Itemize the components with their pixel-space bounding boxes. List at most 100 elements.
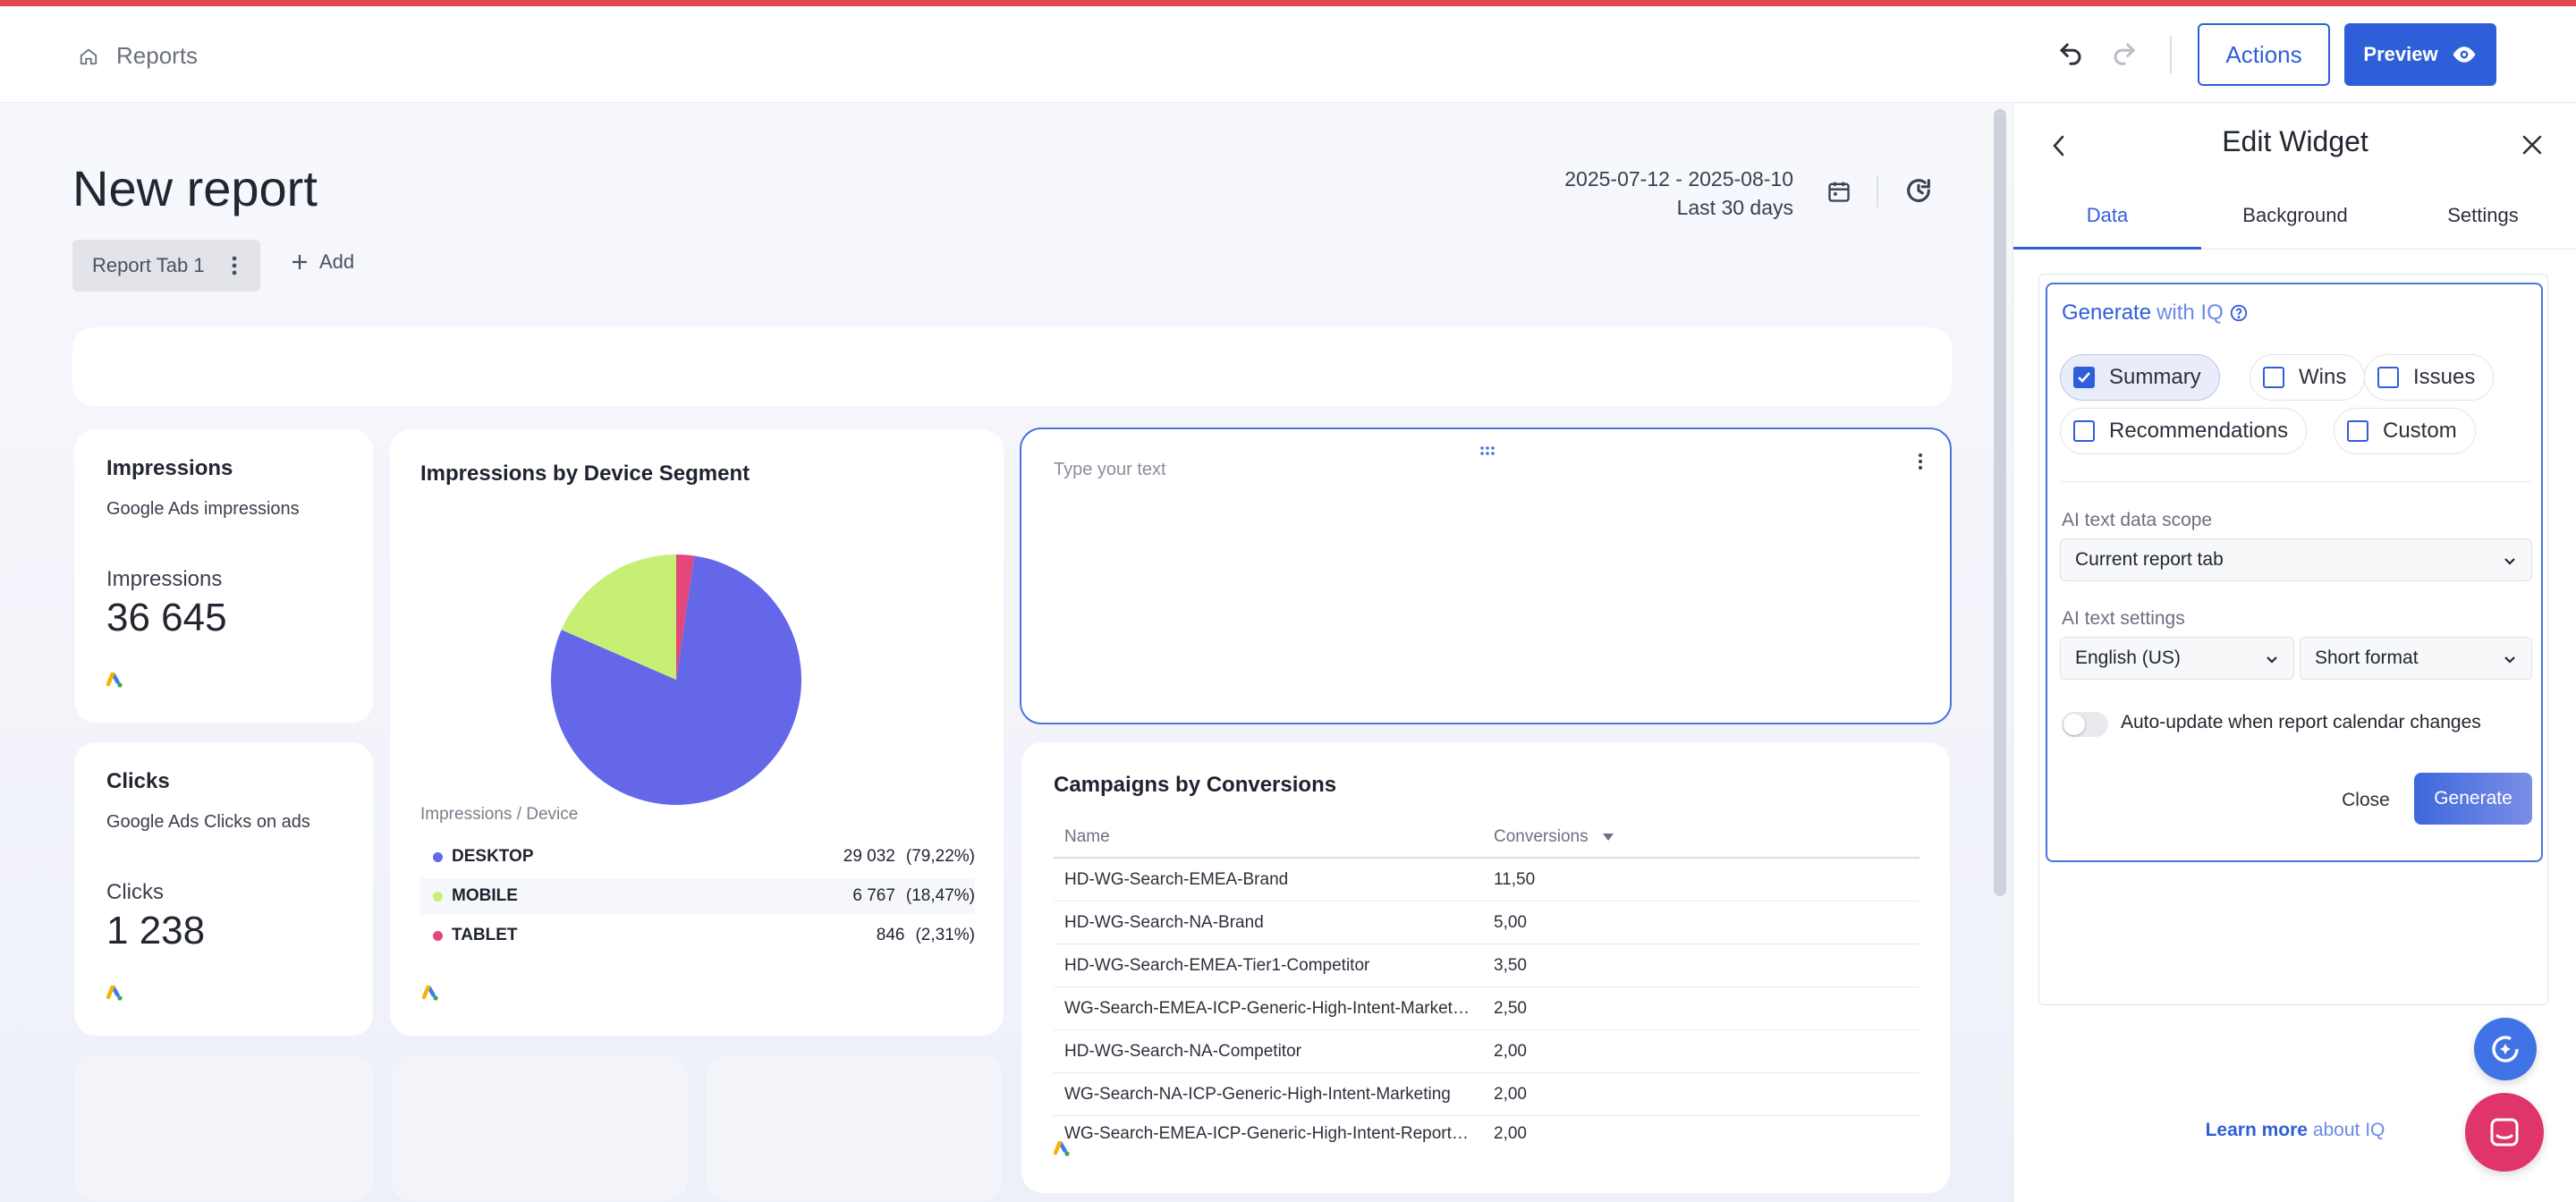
scope-select[interactable]: Current report tab [2060, 538, 2532, 581]
pie-chart [551, 554, 801, 805]
impressions-widget[interactable]: Impressions Google Ads impressions Impre… [74, 429, 373, 723]
date-range[interactable]: 2025-07-12 - 2025-08-10 Last 30 days [1564, 165, 1793, 222]
checkbox[interactable] [2347, 420, 2368, 442]
panel-title: Edit Widget [2222, 125, 2368, 157]
campaign-name: HD-WG-Search-EMEA-Brand [1064, 869, 1289, 889]
column-conversions-header[interactable]: Conversions [1483, 827, 1919, 847]
option-label: Recommendations [2109, 419, 2289, 443]
widget-subtitle: Google Ads Clicks on ads [106, 812, 310, 832]
legend-row-tablet: TABLET 846 (2,31%) [420, 918, 975, 953]
language-select[interactable]: English (US) [2060, 637, 2294, 680]
checkbox[interactable] [2263, 367, 2284, 388]
checkbox[interactable] [2073, 420, 2095, 442]
legend-pct: (79,22%) [905, 847, 975, 866]
close-button[interactable]: Close [2332, 785, 2400, 816]
format-select[interactable]: Short format [2300, 637, 2532, 680]
iq-assistant-button[interactable] [2474, 1018, 2537, 1080]
kebab-icon[interactable] [232, 256, 237, 275]
campaign-conversions: 2,50 [1494, 998, 1527, 1018]
generate-button[interactable]: Generate [2414, 773, 2532, 825]
clicks-widget[interactable]: Clicks Google Ads Clicks on ads Clicks 1… [74, 742, 373, 1036]
tab-label: Report Tab 1 [92, 254, 205, 276]
option-label: Summary [2109, 365, 2201, 389]
eye-icon [2453, 47, 2476, 63]
chat-support-button[interactable] [2465, 1093, 2544, 1172]
date-divider [1877, 175, 1878, 207]
google-ads-icon [422, 986, 438, 1001]
metric-value: 36 645 [106, 596, 227, 639]
text-placeholder[interactable]: Type your text [1054, 460, 1166, 480]
drag-handle-icon[interactable] [1479, 445, 1496, 456]
preview-button[interactable]: Preview [2344, 23, 2496, 86]
campaign-name: WG-Search-EMEA-ICP-Generic-High-Intent-R… [1064, 1124, 1475, 1143]
column-name-header[interactable]: Name [1054, 827, 1483, 847]
tab-settings[interactable]: Settings [2389, 204, 2576, 227]
legend-row-mobile: MOBILE 6 767 (18,47%) [420, 878, 975, 914]
tab-background[interactable]: Background [2201, 204, 2389, 227]
settings-label: AI text settings [2062, 608, 2185, 629]
option-summary[interactable]: Summary [2060, 354, 2220, 401]
generate-with-iq-box: Generate with IQ Summary Wins Issues Rec… [2046, 283, 2543, 862]
auto-update-label: Auto-update when report calendar changes [2121, 712, 2481, 732]
generate-with-iq-title: Generate with IQ [2062, 300, 2249, 326]
option-recommendations[interactable]: Recommendations [2060, 408, 2308, 454]
canvas-scrollbar[interactable] [1994, 109, 2006, 896]
google-ads-icon [106, 673, 123, 688]
chevron-down-icon [2504, 558, 2515, 565]
checkbox[interactable] [2377, 367, 2399, 388]
auto-update-toggle[interactable] [2062, 712, 2108, 737]
sort-desc-icon[interactable] [1602, 834, 1614, 841]
add-tab-button[interactable]: Add [291, 250, 354, 274]
empty-widget-row[interactable] [72, 327, 1952, 406]
placeholder-widget [390, 1054, 689, 1202]
checkbox-checked[interactable] [2073, 367, 2095, 388]
campaign-name: WG-Search-NA-ICP-Generic-High-Intent-Mar… [1064, 1084, 1451, 1104]
preview-label: Preview [2363, 43, 2438, 65]
format-value: Short format [2315, 648, 2419, 668]
tab-data[interactable]: Data [2013, 204, 2201, 227]
tab-report-tab-1[interactable]: Report Tab 1 [72, 240, 260, 292]
header-divider [2170, 36, 2172, 73]
table-row: HD-WG-Search-EMEA-Brand 11,50 [1054, 859, 1919, 902]
legend-pct: (18,47%) [905, 886, 975, 905]
close-icon[interactable] [2521, 134, 2543, 156]
actions-button[interactable]: Actions [2198, 23, 2330, 86]
add-tab-label: Add [319, 250, 355, 273]
option-issues[interactable]: Issues [2364, 354, 2495, 401]
device-pie-widget[interactable]: Impressions by Device Segment Impression… [390, 429, 1004, 1036]
redo-icon[interactable] [2111, 40, 2138, 72]
legend-value: 846 [876, 926, 905, 944]
legend-dot [433, 930, 443, 941]
breadcrumb[interactable]: Reports [79, 42, 198, 70]
table-row: WG-Search-EMEA-ICP-Generic-High-Intent-M… [1054, 987, 1919, 1030]
app-header: Reports Actions Preview [0, 6, 2576, 103]
chevron-down-icon [2267, 656, 2277, 664]
legend-row-desktop: DESKTOP 29 032 (79,22%) [420, 839, 975, 875]
generate-prefix: Generate [2062, 300, 2152, 325]
refresh-icon[interactable] [1903, 175, 1934, 210]
option-label: Custom [2383, 419, 2457, 443]
table-header: Name Conversions [1054, 817, 1919, 859]
legend-name: DESKTOP [452, 847, 534, 866]
date-range-value: 2025-07-12 - 2025-08-10 [1564, 167, 1793, 190]
home-icon [80, 48, 97, 64]
generate-suffix: with IQ [2157, 300, 2224, 325]
option-wins[interactable]: Wins [2250, 354, 2366, 401]
help-icon[interactable] [2229, 303, 2249, 323]
breadcrumb-reports[interactable]: Reports [116, 42, 198, 70]
report-title[interactable]: New report [72, 159, 318, 217]
option-custom[interactable]: Custom [2334, 408, 2476, 454]
top-accent-bar [0, 0, 2576, 6]
date-range-preset: Last 30 days [1676, 196, 1793, 219]
calendar-icon[interactable] [1826, 179, 1852, 208]
undo-icon[interactable] [2057, 40, 2084, 72]
campaign-name: WG-Search-EMEA-ICP-Generic-High-Intent-M… [1064, 998, 1476, 1018]
option-label: Wins [2299, 365, 2347, 389]
text-widget[interactable]: Type your text [1020, 427, 1952, 724]
placeholder-widget [72, 1054, 375, 1202]
campaigns-table-widget[interactable]: Campaigns by Conversions Name Conversion… [1021, 742, 1950, 1193]
more-options-icon[interactable] [1918, 453, 1923, 470]
table-row: HD-WG-Search-NA-Competitor 2,00 [1054, 1030, 1919, 1073]
table-row: WG-Search-NA-ICP-Generic-High-Intent-Mar… [1054, 1073, 1919, 1116]
legend-value: 29 032 [843, 847, 895, 866]
